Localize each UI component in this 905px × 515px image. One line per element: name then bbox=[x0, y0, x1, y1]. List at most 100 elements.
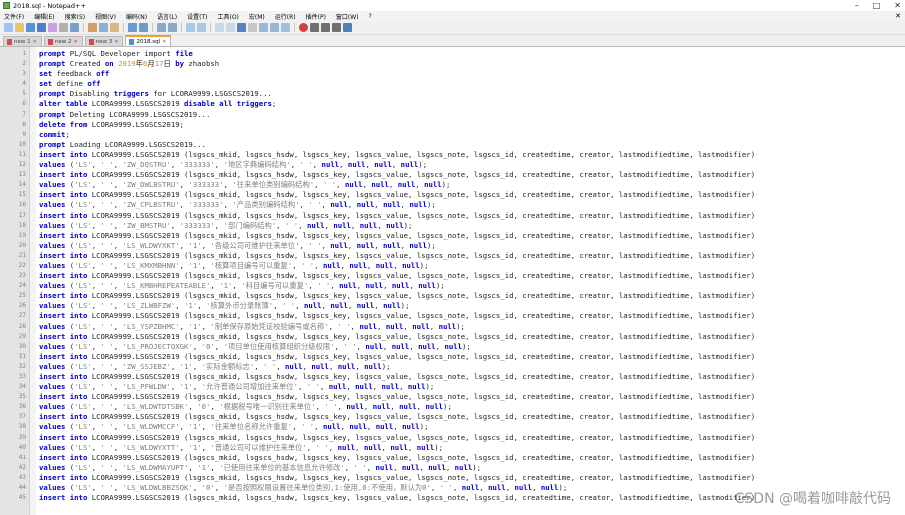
sync-scroll-icon[interactable] bbox=[215, 23, 224, 32]
replace-icon[interactable] bbox=[168, 23, 177, 32]
tab-new-3[interactable]: new 3 ✕ bbox=[84, 36, 124, 46]
code-editor[interactable]: 1 prompt PL/SQL Developer import file 2 pro… bbox=[0, 47, 905, 515]
code-text: values ('LS', ' ', 'LS_YSPZBHMC', '1', '… bbox=[39, 321, 465, 331]
code-text: prompt Deleting LCORA9999.LSGSCS2019... bbox=[39, 109, 211, 119]
code-line: 24 values ('LS', ' ', 'LS_KMBHREPEATEABLE… bbox=[0, 281, 905, 291]
line-number: 11 bbox=[18, 150, 26, 158]
print-icon[interactable] bbox=[70, 23, 79, 32]
code-text: values ('LS', ' ', 'LS_WLDWYXKT', '1', '… bbox=[39, 240, 436, 250]
line-number: 26 bbox=[18, 302, 26, 310]
copy-icon[interactable] bbox=[99, 23, 108, 32]
tab-new-2[interactable]: new 2 ✕ bbox=[43, 36, 83, 46]
code-line: 26 values ('LS', ' ', 'LS_ZLWBFZW', '1', … bbox=[0, 301, 905, 311]
code-text: values ('LS', ' ', 'LS_WLDWMCCF', '1', '… bbox=[39, 422, 429, 432]
line-number: 6 bbox=[22, 100, 26, 108]
menu-item[interactable]: 窗口(W) bbox=[336, 12, 359, 21]
code-line: 14 values ('LS', ' ', 'ZW_DWLBSTRU', '333… bbox=[0, 180, 905, 190]
close-tab-icon[interactable]: ✕ bbox=[162, 39, 166, 45]
maximize-icon[interactable]: □ bbox=[873, 0, 881, 11]
code-line: 18 values ('LS', ' ', 'ZW_BMSTRU', '33333… bbox=[0, 221, 905, 231]
tab-2018-sql[interactable]: 2018.sql ✕ bbox=[125, 35, 172, 46]
minimize-icon[interactable]: – bbox=[855, 0, 859, 11]
undo-icon[interactable] bbox=[128, 23, 137, 32]
notepadpp-logo-icon bbox=[3, 2, 10, 9]
zoom-out-icon[interactable] bbox=[197, 23, 206, 32]
menu-item[interactable]: 编码(N) bbox=[126, 12, 147, 21]
close-tab-icon[interactable]: ✕ bbox=[33, 39, 37, 45]
toolbar-separator bbox=[181, 23, 182, 32]
line-number: 40 bbox=[18, 443, 26, 451]
code-text: values ('LS', ' ', 'ZW_BMSTRU', '333333'… bbox=[39, 220, 413, 230]
save-icon[interactable] bbox=[26, 23, 35, 32]
close-file-icon[interactable] bbox=[48, 23, 57, 32]
code-text: values ('LS', ' ', 'LS_WLDWMAYUPT', '1',… bbox=[39, 462, 482, 472]
toolbar-separator bbox=[152, 23, 153, 32]
new-file-icon[interactable] bbox=[4, 23, 13, 32]
find-icon[interactable] bbox=[157, 23, 166, 32]
code-line: 23 insert into LCORA9999.LSGSCS2019 (lsgs… bbox=[0, 271, 905, 281]
menu-item[interactable]: 运行(R) bbox=[275, 12, 296, 21]
menu-item[interactable]: 编辑(E) bbox=[34, 12, 54, 21]
menu-item[interactable]: ? bbox=[369, 13, 372, 20]
line-number: 45 bbox=[18, 494, 26, 502]
save-all-icon[interactable] bbox=[37, 23, 46, 32]
close-tab-icon[interactable]: ✕ bbox=[114, 39, 118, 45]
redo-icon[interactable] bbox=[139, 23, 148, 32]
stop-macro-icon[interactable] bbox=[310, 23, 319, 32]
folder-workspace-icon[interactable] bbox=[281, 23, 290, 32]
code-line: 20 values ('LS', ' ', 'LS_WLDWYXKT', '1',… bbox=[0, 241, 905, 251]
line-number: 39 bbox=[18, 433, 26, 441]
code-text: insert into LCORA9999.LSGSCS2019 (lsgscs… bbox=[39, 351, 756, 361]
record-macro-icon[interactable] bbox=[299, 23, 308, 32]
line-number: 29 bbox=[18, 332, 26, 340]
line-number: 23 bbox=[18, 272, 26, 280]
line-number: 24 bbox=[18, 282, 26, 290]
close-all-icon[interactable] bbox=[59, 23, 68, 32]
close-document-icon[interactable]: ✕ bbox=[895, 11, 901, 21]
code-line: 31 insert into LCORA9999.LSGSCS2019 (lsgs… bbox=[0, 352, 905, 362]
tab-new-1[interactable]: new 1 ✕ bbox=[3, 36, 42, 46]
code-line: 6 alter table LCORA9999.LSGSCS2019 disabl… bbox=[0, 99, 905, 109]
save-macro-icon[interactable] bbox=[343, 23, 352, 32]
code-line: 40 values ('LS', ' ', 'LS_WLDWYXTT', '1',… bbox=[0, 443, 905, 453]
line-number: 28 bbox=[18, 322, 26, 330]
code-line: 19 insert into LCORA9999.LSGSCS2019 (lsgs… bbox=[0, 231, 905, 241]
line-number: 41 bbox=[18, 453, 26, 461]
menu-item[interactable]: 工具(O) bbox=[217, 12, 238, 21]
menu-bar: 文件(F) 编辑(E) 搜索(S) 视图(V) 编码(N) 语言(L) 设置(T) 工具(O)… bbox=[0, 11, 905, 21]
line-number: 33 bbox=[18, 373, 26, 380]
document-map-icon[interactable] bbox=[259, 23, 268, 32]
line-number: 13 bbox=[18, 171, 26, 179]
close-window-icon[interactable]: ✕ bbox=[894, 0, 901, 11]
close-tab-icon[interactable]: ✕ bbox=[73, 39, 77, 45]
watermark: CSDN @喝着咖啡敲代码 bbox=[734, 491, 891, 507]
zoom-in-icon[interactable] bbox=[186, 23, 195, 32]
code-text: insert into LCORA9999.LSGSCS2019 (lsgscs… bbox=[39, 432, 756, 442]
tab-label: new 3 bbox=[95, 38, 113, 45]
unsaved-file-icon bbox=[7, 38, 12, 45]
show-all-characters-icon[interactable] bbox=[237, 23, 246, 32]
menu-item[interactable]: 语言(L) bbox=[157, 12, 177, 21]
word-wrap-icon[interactable] bbox=[226, 23, 235, 32]
play-macro-icon[interactable] bbox=[321, 23, 330, 32]
menu-item[interactable]: 文件(F) bbox=[4, 12, 24, 21]
menu-item[interactable]: 插件(P) bbox=[306, 12, 326, 21]
indent-guide-icon[interactable] bbox=[248, 23, 257, 32]
menu-item[interactable]: 搜索(S) bbox=[65, 12, 86, 21]
toolbar-separator bbox=[210, 23, 211, 32]
function-list-icon[interactable] bbox=[270, 23, 279, 32]
toolbar bbox=[0, 21, 905, 35]
tab-label: new 1 bbox=[14, 38, 31, 45]
code-text: insert into LCORA9999.LSGSCS2019 (lsgscs… bbox=[39, 493, 756, 503]
cut-icon[interactable] bbox=[88, 23, 97, 32]
menu-item[interactable]: 视图(V) bbox=[95, 12, 116, 21]
code-line: 21 insert into LCORA9999.LSGSCS2019 (lsgs… bbox=[0, 251, 905, 261]
line-number: 12 bbox=[18, 161, 26, 169]
menu-item[interactable]: 宏(M) bbox=[249, 12, 265, 21]
line-number: 8 bbox=[22, 120, 26, 128]
code-text: prompt Created on 2019年6月17日 by zhaobsh bbox=[39, 59, 220, 69]
menu-item[interactable]: 设置(T) bbox=[187, 12, 207, 21]
open-file-icon[interactable] bbox=[15, 23, 24, 32]
paste-icon[interactable] bbox=[110, 23, 119, 32]
run-macro-multiple-icon[interactable] bbox=[332, 23, 341, 32]
